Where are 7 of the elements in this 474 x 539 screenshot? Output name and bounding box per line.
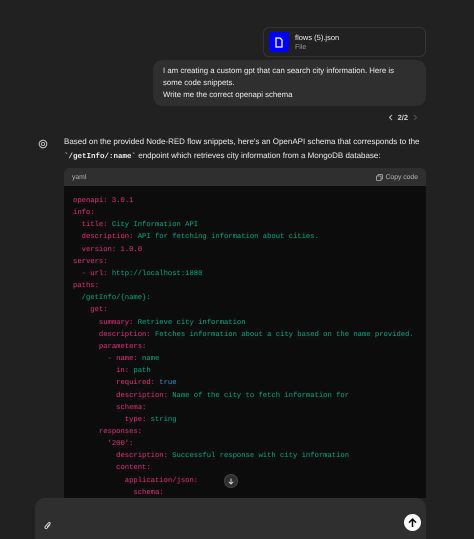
file-icon <box>269 32 289 52</box>
arrow-up-icon <box>408 518 417 528</box>
copy-icon <box>376 174 382 180</box>
paperclip-icon[interactable] <box>44 521 52 531</box>
send-button[interactable] <box>404 514 421 531</box>
arrow-down-icon <box>228 478 234 484</box>
previous-icon[interactable] <box>388 114 393 120</box>
